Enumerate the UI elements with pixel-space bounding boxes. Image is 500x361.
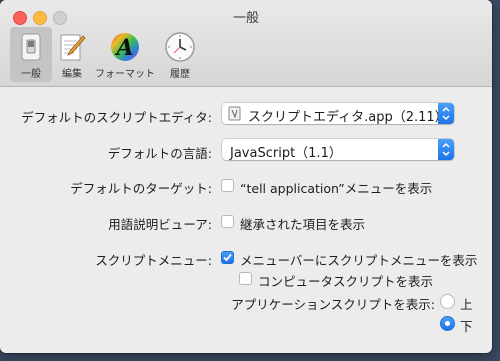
default-editor-popup[interactable]: スクリプトエディタ.app（2.11）: [222, 103, 454, 125]
menubar-script-menu-checkbox-label[interactable]: メニューバーにスクリプトメニューを表示: [240, 250, 477, 269]
show-inherited-checkbox-label[interactable]: 継承された項目を表示: [240, 214, 365, 233]
default-language-label: デフォルトの言語:: [107, 146, 212, 161]
script-editor-app-icon: [228, 106, 241, 121]
general-switch-icon: [21, 33, 41, 61]
toolbar-item-format[interactable]: A フォーマット: [92, 27, 158, 82]
toolbar-item-edit[interactable]: 編集: [54, 27, 90, 82]
default-editor-value: スクリプトエディタ.app（2.11）: [248, 110, 448, 125]
chevron-up-down-icon: [442, 106, 450, 121]
title-bar: 一般 一般 編集 A フォーマット 履歴: [0, 0, 492, 87]
tell-application-checkbox[interactable]: [221, 179, 234, 192]
app-scripts-top-label[interactable]: 上: [460, 294, 473, 313]
tell-application-checkbox-label[interactable]: “tell application”メニューを表示: [240, 178, 432, 197]
toolbar-item-label: 一般: [21, 69, 41, 80]
popup-arrows: [438, 139, 454, 160]
app-scripts-label: アプリケーションスクリプトを表示:: [231, 297, 435, 312]
chevron-up-down-icon: [442, 142, 450, 157]
toolbar-item-label: 編集: [62, 69, 82, 80]
toolbar-item-history[interactable]: 履歴: [160, 27, 200, 82]
default-editor-label: デフォルトのスクリプトエディタ:: [21, 110, 212, 125]
app-scripts-bottom-label[interactable]: 下: [460, 316, 473, 335]
toolbar-item-label: 履歴: [170, 69, 190, 80]
format-color-a-icon: A: [111, 33, 139, 61]
checkmark-icon: [223, 253, 232, 262]
show-inherited-checkbox[interactable]: [221, 215, 234, 228]
history-clock-icon: [165, 32, 195, 62]
popup-arrows: [438, 103, 454, 124]
glossary-viewer-label: 用語説明ビューア:: [108, 217, 212, 232]
default-target-label: デフォルトのターゲット:: [70, 181, 212, 196]
svg-text:A: A: [114, 35, 133, 61]
preferences-window: 一般 一般 編集 A フォーマット 履歴 デフォルトのスクリプトエディタ: スク…: [0, 0, 492, 353]
computer-scripts-checkbox[interactable]: [239, 272, 252, 285]
script-menu-label: スクリプトメニュー:: [95, 253, 212, 268]
edit-notepad-icon: [60, 34, 86, 61]
app-scripts-top-radio[interactable]: [440, 294, 455, 309]
menubar-script-menu-checkbox[interactable]: [221, 251, 234, 264]
app-scripts-bottom-radio[interactable]: [440, 316, 455, 331]
default-language-popup[interactable]: JavaScript（1.1）: [222, 139, 454, 161]
default-language-value: JavaScript（1.1）: [230, 146, 342, 161]
computer-scripts-checkbox-label[interactable]: コンピュータスクリプトを表示: [258, 271, 433, 290]
window-title: 一般: [232, 11, 259, 26]
toolbar-item-label: フォーマット: [95, 69, 155, 80]
toolbar-item-general[interactable]: 一般: [10, 27, 52, 82]
